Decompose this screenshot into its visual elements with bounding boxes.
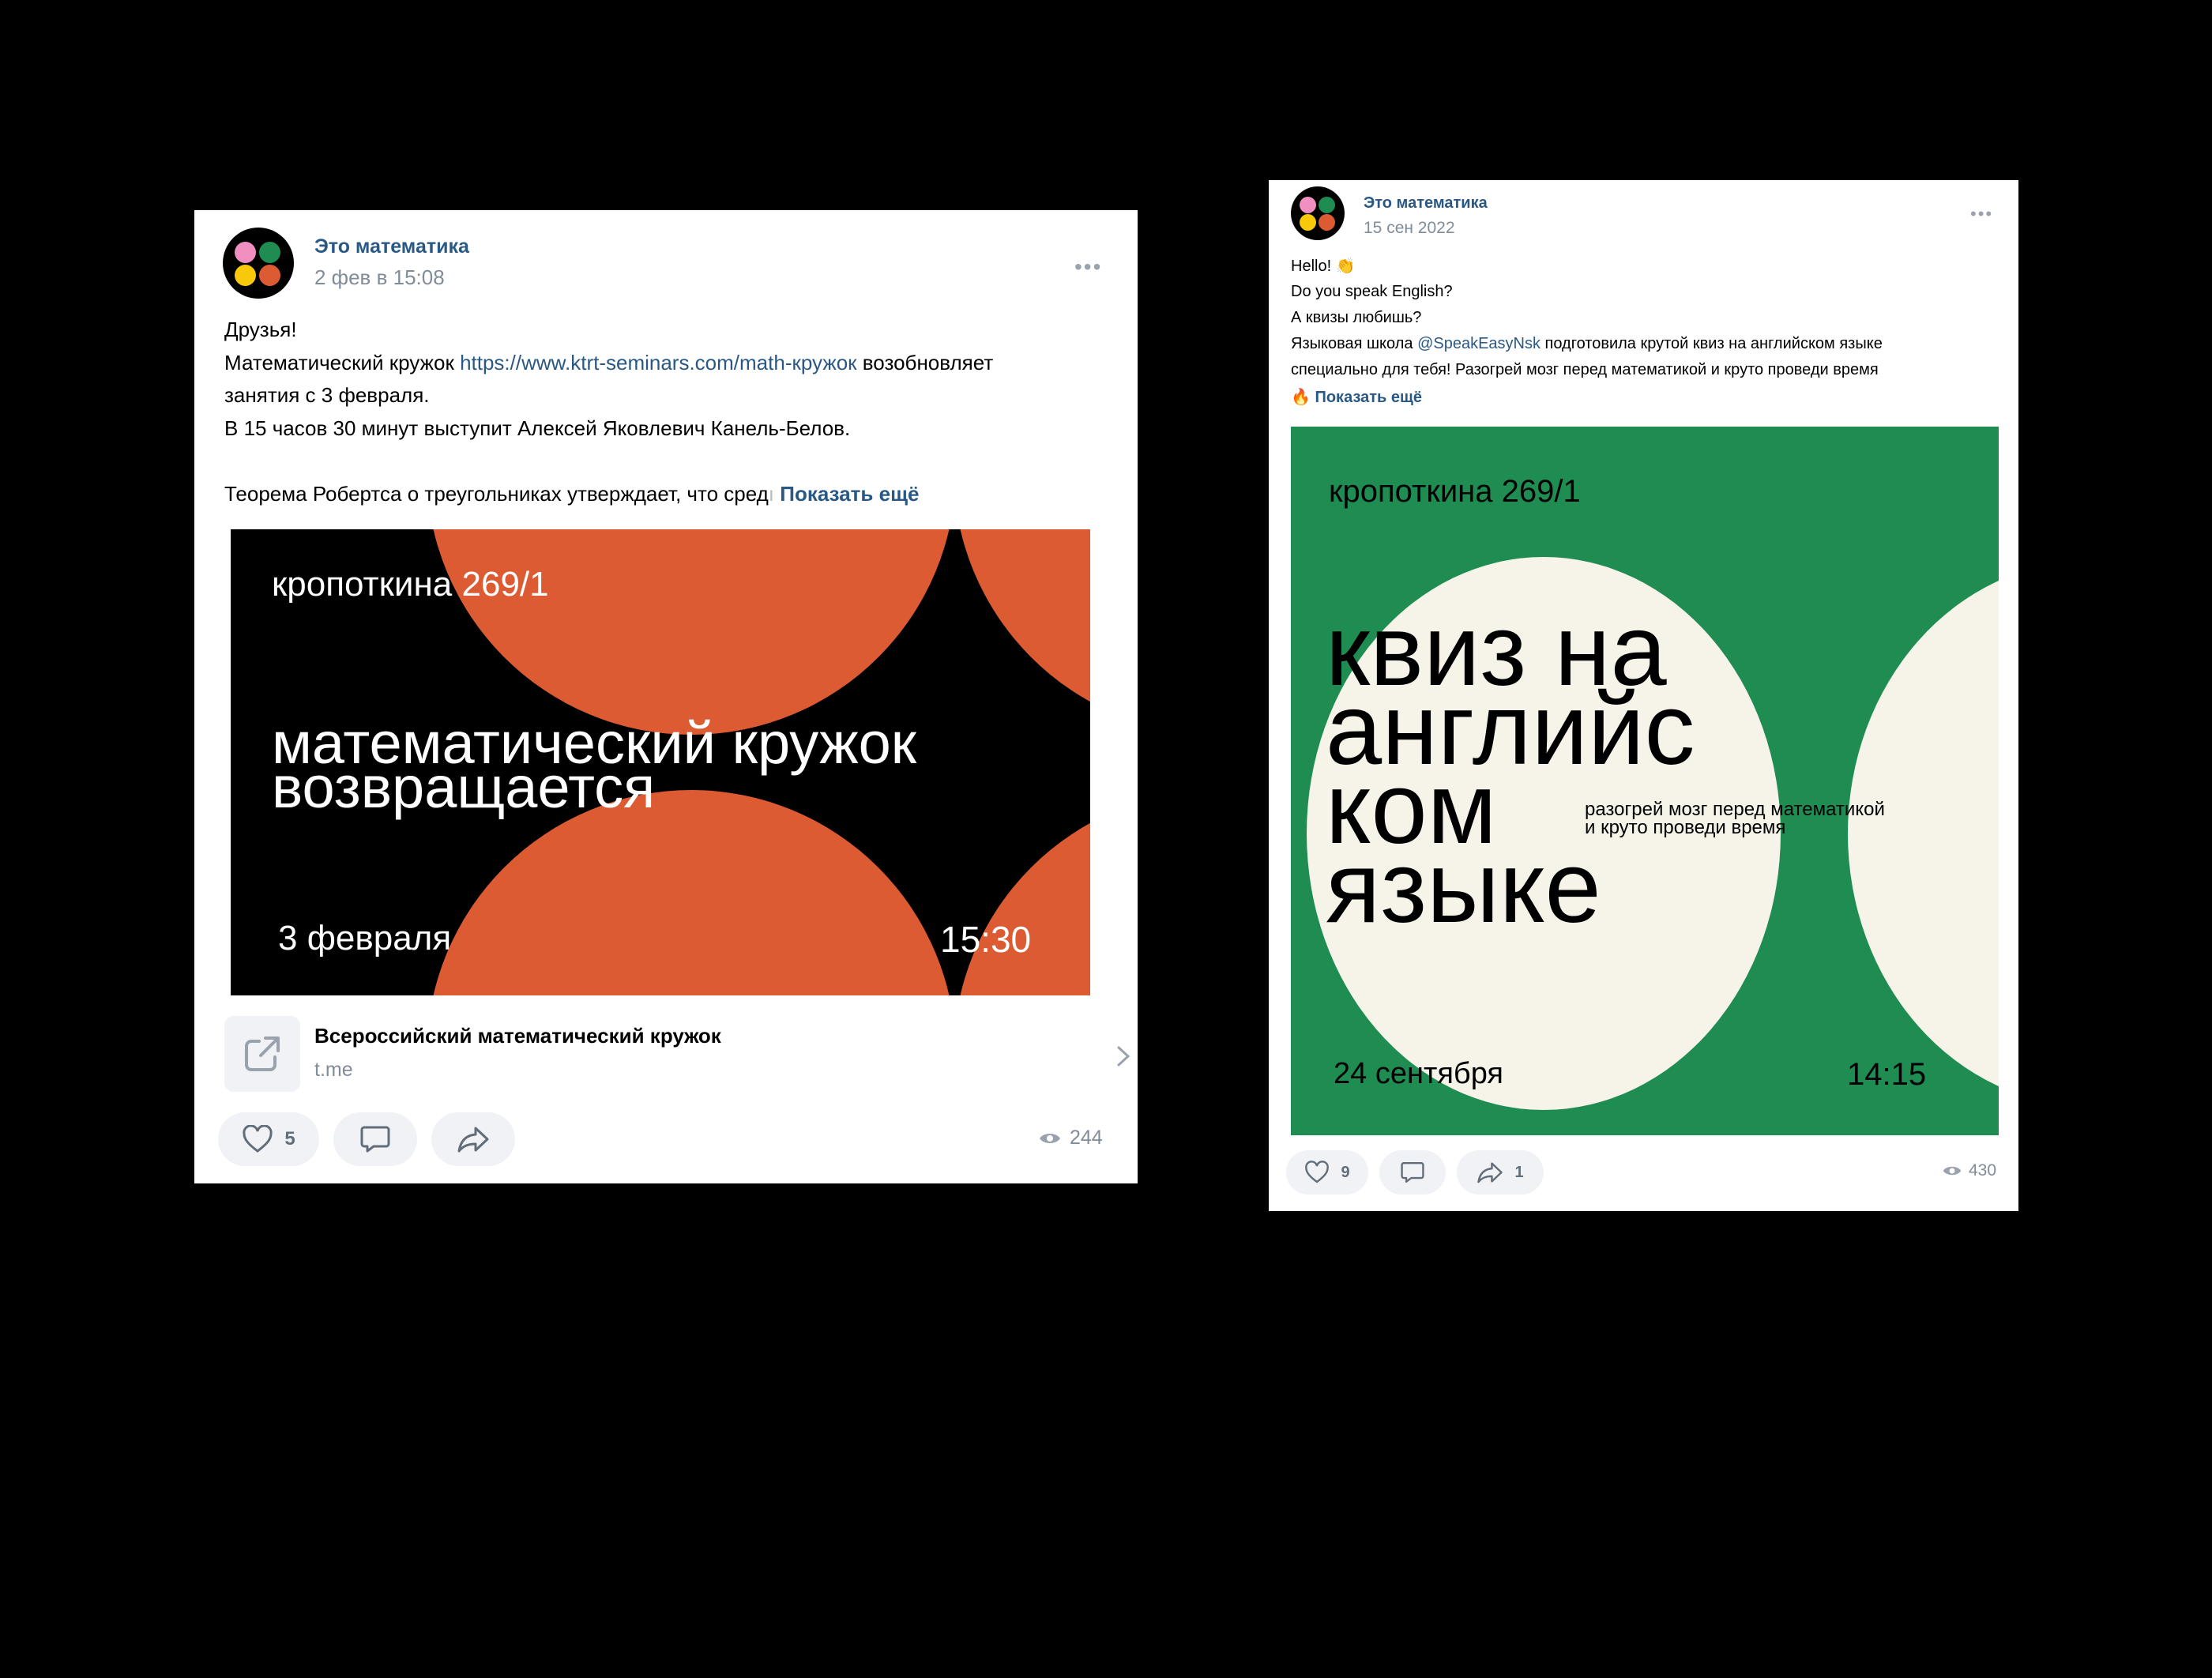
banner-title-line: квиз на — [1326, 594, 1667, 707]
avatar-dot-green — [259, 242, 280, 263]
post-card-2: Это математика 15 сен 2022 ••• Hello! 👏 … — [1269, 180, 2018, 1211]
eye-icon — [1040, 1133, 1060, 1143]
avatar-dot-yellow — [235, 265, 256, 286]
post-text-line: Языковая школа @SpeakEasyNsk подготовила… — [1291, 335, 1883, 352]
banner-date: 24 сентября — [1334, 1057, 1503, 1090]
banner-subtitle: и круто проведи время — [1585, 817, 1786, 838]
post-card-1: Это математика 2 фев в 15:08 ••• Друзья!… — [194, 210, 1138, 1183]
like-count: 5 — [284, 1128, 295, 1149]
post-date[interactable]: 2 фев в 15:08 — [314, 265, 445, 290]
more-icon[interactable]: ••• — [1970, 205, 1993, 223]
like-button[interactable]: 5 — [218, 1112, 319, 1166]
like-button[interactable]: 9 — [1286, 1150, 1368, 1195]
banner-title-line: языке — [1326, 831, 1601, 944]
avatar-dot-yellow — [1300, 214, 1316, 231]
avatar-dot-pink — [1300, 197, 1316, 213]
link-attachment[interactable]: Всероссийский математический кружок t.me — [224, 1013, 1130, 1097]
views-counter: 430 — [1942, 1161, 1996, 1180]
views-count: 244 — [1070, 1127, 1103, 1149]
post-text-line: Теорема Робертса о треугольниках утвержд… — [224, 482, 920, 506]
post-author[interactable]: Это математика — [314, 235, 469, 258]
chevron-right-icon — [1117, 1046, 1130, 1067]
post-link[interactable]: https://www.ktrt-seminars.com/math-кружо… — [460, 351, 856, 374]
more-icon[interactable]: ••• — [1074, 256, 1102, 278]
avatar-dot-green — [1319, 197, 1335, 213]
like-count: 9 — [1341, 1163, 1350, 1181]
share-icon — [1477, 1162, 1503, 1183]
post-text-line: занятия с 3 февраля. — [224, 383, 430, 407]
attachment-domain: t.me — [314, 1059, 353, 1081]
heart-icon — [1305, 1161, 1330, 1183]
banner-address: кропоткина 269/1 — [1329, 474, 1581, 509]
share-button[interactable] — [431, 1112, 515, 1166]
comment-icon — [1401, 1161, 1424, 1183]
post-text-line: Математический кружок https://www.ktrt-s… — [224, 351, 994, 374]
share-button[interactable]: 1 — [1457, 1150, 1544, 1195]
post-text-line: Друзья! — [224, 318, 297, 341]
post-text-line: А квизы любишь? — [1291, 309, 1422, 326]
post-text-line: Hello! 👏 — [1291, 258, 1356, 275]
group-avatar[interactable] — [223, 228, 294, 299]
eye-icon — [1943, 1166, 1962, 1176]
post-author[interactable]: Это математика — [1364, 194, 1488, 213]
post-image[interactable]: кропоткина 269/1 квиз на английс ком язы… — [1291, 427, 1999, 1135]
banner-time: 14:15 — [1847, 1057, 1927, 1092]
comment-icon — [360, 1126, 390, 1153]
heart-icon — [243, 1125, 273, 1153]
mention-link[interactable]: @SpeakEasyNsk — [1417, 335, 1540, 352]
comment-button[interactable] — [1379, 1150, 1446, 1195]
views-count: 430 — [1969, 1161, 1997, 1179]
group-avatar[interactable] — [1291, 186, 1345, 240]
post-text-line: специально для тебя! Разогрей мозг перед… — [1291, 361, 1879, 378]
banner-time: 15:30 — [940, 919, 1032, 960]
banner-address: кропоткина 269/1 — [272, 565, 549, 604]
attachment-title: Всероссийский математический кружок — [314, 1024, 721, 1048]
banner-title: возвращается — [272, 754, 656, 820]
show-more-link[interactable]: Показать ещё — [780, 482, 919, 506]
post-text-line: В 15 часов 30 минут выступит Алексей Яко… — [224, 416, 851, 440]
avatar-dot-orange — [1319, 214, 1335, 231]
fire-emoji: 🔥 — [1291, 389, 1311, 406]
show-more-link[interactable]: Показать ещё — [1315, 389, 1422, 406]
post-date[interactable]: 15 сен 2022 — [1364, 219, 1455, 238]
banner-title-line: английс — [1326, 673, 1695, 786]
share-icon — [457, 1127, 489, 1153]
banner-date: 3 февраля — [278, 919, 452, 958]
post-text-line: Do you speak English? — [1291, 283, 1453, 300]
comment-button[interactable] — [333, 1112, 417, 1166]
avatar-dot-orange — [259, 265, 280, 286]
external-link-icon — [224, 1016, 300, 1092]
share-count: 1 — [1514, 1163, 1524, 1181]
banner-title: квиз на английс ком языке — [1326, 594, 1695, 944]
avatar-dot-pink — [235, 242, 256, 263]
post-text-line: 🔥 Показать ещё — [1291, 387, 1422, 407]
views-counter: 244 — [1038, 1127, 1103, 1149]
post-image[interactable]: кропоткина 269/1 математический кружок в… — [231, 529, 1090, 995]
